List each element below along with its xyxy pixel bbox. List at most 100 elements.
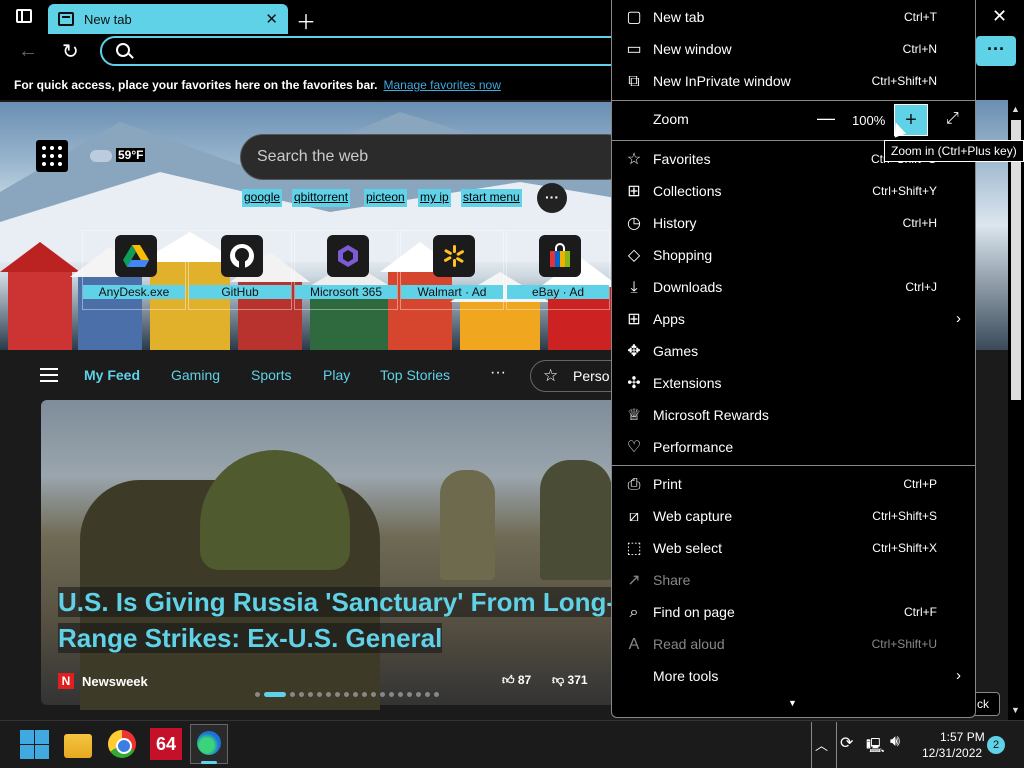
window-close-icon[interactable]: ✕ [992, 6, 1007, 27]
web-select-icon: ⬚ [626, 540, 642, 557]
scroll-up-arrow-icon[interactable]: ▲ [1011, 104, 1020, 114]
top-site-tile[interactable]: AnyDesk.exe [82, 230, 186, 310]
dislike-button[interactable]: 👎︎ 371 [552, 673, 588, 688]
quick-link[interactable]: my ip [418, 189, 451, 207]
notification-badge[interactable]: 2 [987, 736, 1005, 754]
weather-temperature[interactable]: 59°F [116, 148, 146, 162]
menu-item-collections[interactable]: ⊞ Collections Ctrl+Shift+Y [612, 176, 975, 208]
quick-link[interactable]: start menu [461, 189, 522, 207]
settings-menu-button[interactable]: ··· [976, 36, 1016, 66]
more-quick-links-button[interactable]: ··· [537, 183, 567, 213]
zoom-in-tooltip: Zoom in (Ctrl+Plus key) [884, 140, 1024, 162]
manage-favorites-link[interactable]: Manage favorites now [383, 78, 500, 92]
clock-time[interactable]: 1:57 PM [940, 730, 985, 744]
shopping-bag-icon [539, 235, 581, 277]
tile-label: Walmart · Ad [401, 285, 503, 299]
menu-item-new-tab[interactable]: ▢ New tab Ctrl+T [612, 2, 975, 34]
web-search-input[interactable]: Search the web [240, 134, 630, 180]
menu-item-games[interactable]: ✥ Games [612, 336, 975, 368]
top-site-tile[interactable]: Walmart · Ad [400, 230, 504, 310]
top-site-tile[interactable]: eBay · Ad [506, 230, 610, 310]
quick-link[interactable]: picteon [364, 189, 407, 207]
history-clock-icon: ◷ [627, 215, 641, 232]
carousel-dots[interactable] [255, 692, 439, 698]
volume-icon[interactable]: 🔊︎ [890, 733, 900, 751]
feed-more-button[interactable]: ··· [490, 364, 506, 382]
new-tab-plus-icon[interactable]: ＋ [296, 6, 316, 35]
collections-icon: ⊞ [627, 183, 641, 200]
web-capture-icon: ⧄ [628, 508, 640, 525]
feed-tab-play[interactable]: Play [323, 367, 350, 383]
top-site-tile[interactable]: GitHub [188, 230, 292, 310]
menu-item-downloads[interactable]: ⤓ Downloads Ctrl+J [612, 272, 975, 304]
tab-actions-icon[interactable] [16, 9, 32, 23]
apps-grid-icon: ⊞ [627, 311, 641, 328]
tile-label: AnyDesk.exe [83, 285, 185, 299]
tab-new-tab[interactable]: New tab ✕ [48, 4, 288, 34]
zoom-out-button[interactable]: — [817, 108, 835, 129]
menu-item-more-tools[interactable]: More tools › [612, 661, 975, 693]
hwinfo-icon[interactable]: 64 [150, 728, 182, 760]
tile-label: Microsoft 365 [295, 285, 397, 299]
show-hidden-icons-chevron-icon[interactable]: ︿ [815, 735, 828, 754]
headline-line: Range Strikes: Ex-U.S. General [58, 623, 443, 653]
menu-item-microsoft-rewards[interactable]: ♕ Microsoft Rewards [612, 400, 975, 432]
tab-close-icon[interactable]: ✕ [265, 10, 278, 28]
feed-tab-my-feed[interactable]: My Feed [84, 367, 140, 383]
network-icon[interactable]: 🖳︎ [866, 735, 885, 759]
like-count: 87 [517, 673, 532, 687]
menu-item-find-on-page[interactable]: ⌕ Find on page Ctrl+F [612, 597, 975, 629]
tray-divider [836, 722, 837, 768]
sync-icon[interactable]: ⟳ [840, 733, 853, 753]
menu-item-shopping[interactable]: ◇ Shopping [612, 240, 975, 272]
rewards-trophy-icon: ♕ [626, 407, 642, 424]
refresh-icon[interactable]: ↻ [62, 39, 79, 64]
edge-window: New tab ✕ ＋ ✕ ← ↻ ··· For quick access, … [0, 0, 1024, 768]
active-app-indicator [201, 761, 217, 764]
menu-item-web-capture[interactable]: ⧄ Web capture Ctrl+Shift+S [612, 501, 975, 533]
top-site-tile[interactable]: Microsoft 365 [294, 230, 398, 310]
windows-start-icon[interactable] [18, 728, 50, 760]
feed-tab-sports[interactable]: Sports [251, 367, 291, 383]
cloud-icon [90, 150, 112, 162]
back-arrow-icon[interactable]: ← [18, 40, 38, 63]
download-arrow-icon: ⤓ [630, 279, 638, 296]
feed-tab-top-stories[interactable]: Top Stories [380, 367, 450, 383]
feed-tab-gaming[interactable]: Gaming [171, 367, 220, 383]
menu-item-print[interactable]: ⎙ Print Ctrl+P [612, 469, 975, 501]
menu-item-extensions[interactable]: ✣ Extensions [612, 368, 975, 400]
menu-item-history[interactable]: ◷ History Ctrl+H [612, 208, 975, 240]
hamburger-menu-icon[interactable] [40, 368, 58, 382]
tile-label: eBay · Ad [507, 285, 609, 299]
zoom-level: 100% [852, 113, 886, 128]
file-explorer-icon[interactable] [64, 734, 92, 758]
clock-date[interactable]: 12/31/2022 [922, 746, 982, 760]
shopping-tag-icon: ◇ [627, 247, 641, 264]
quick-link[interactable]: google [242, 189, 283, 207]
app-launcher-button[interactable] [36, 140, 68, 172]
quick-link[interactable]: qbittorrent [292, 189, 351, 207]
menu-item-new-window[interactable]: ▭ New window Ctrl+N [612, 34, 975, 66]
background-image-edge [976, 100, 1008, 350]
newsweek-logo-icon: N [58, 673, 74, 689]
article-source[interactable]: Newsweek [82, 674, 148, 689]
menu-scroll-down-icon[interactable]: ▼ [788, 698, 797, 708]
address-bar[interactable] [100, 36, 630, 66]
chevron-right-icon: › [956, 667, 961, 684]
article-headline[interactable]: U.S. Is Giving Russia 'Sanctuary' From L… [58, 584, 618, 656]
like-button[interactable]: 👍︎ 87 [502, 673, 531, 688]
menu-item-web-select[interactable]: ⬚ Web select Ctrl+Shift+X [612, 533, 975, 565]
headline-line: U.S. Is Giving Russia 'Sanctuary' From L… [58, 587, 616, 617]
share-icon: ↗ [627, 572, 641, 589]
favorites-hint: For quick access, place your favorites h… [14, 78, 378, 92]
settings-and-more-menu: ▢ New tab Ctrl+T ▭ New window Ctrl+N ⧉ N… [611, 0, 976, 718]
scroll-down-arrow-icon[interactable]: ▼ [1011, 705, 1020, 715]
menu-item-apps[interactable]: ⊞ Apps › [612, 304, 975, 336]
scrollbar-thumb[interactable] [1011, 120, 1021, 400]
fullscreen-icon[interactable]: ⤢ [946, 110, 959, 128]
chrome-icon[interactable] [108, 730, 136, 758]
menu-item-performance[interactable]: ♡ Performance [612, 432, 975, 464]
menu-item-new-inprivate[interactable]: ⧉ New InPrivate window Ctrl+Shift+N [612, 66, 975, 98]
favorites-star-icon: ☆ [626, 151, 642, 168]
menu-divider [612, 465, 975, 466]
